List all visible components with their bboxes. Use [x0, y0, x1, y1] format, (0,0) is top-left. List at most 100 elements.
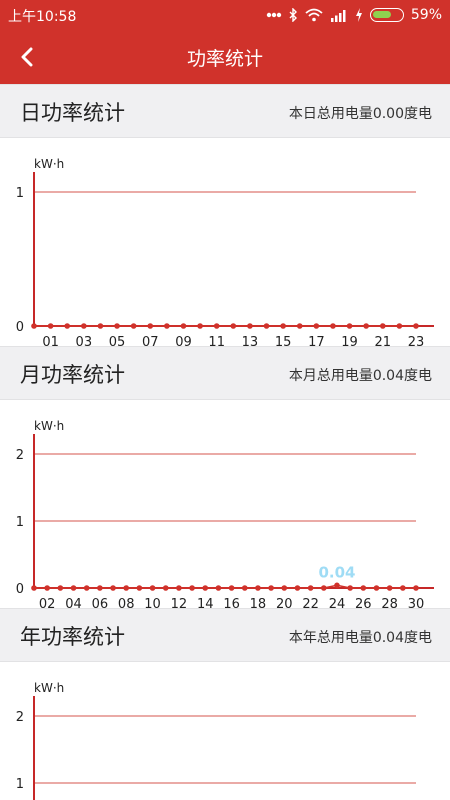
y-tick-label: 2: [16, 710, 24, 725]
data-point: [396, 323, 403, 329]
battery-icon: [369, 8, 404, 22]
data-point: [296, 323, 303, 329]
data-point: [230, 323, 237, 329]
x-tick-label: 26: [355, 597, 372, 608]
status-time: 上午10:58: [8, 9, 77, 25]
data-point: [136, 585, 143, 591]
y-tick-label: 1: [16, 186, 24, 201]
data-point: [123, 585, 130, 591]
year-power-chart: kW·h 1 2: [0, 662, 450, 800]
x-tick-label: 19: [341, 335, 358, 346]
data-point: [263, 323, 270, 329]
data-point: [83, 585, 90, 591]
day-section-header: 日功率统计 本日总用电量0.00度电: [0, 84, 450, 138]
x-tick-label: 06: [92, 597, 109, 608]
day-total-usage: 本日总用电量0.00度电: [288, 106, 432, 122]
y-tick-label: 1: [16, 515, 24, 530]
data-point: [110, 585, 116, 591]
x-tick-label: 09: [175, 335, 192, 346]
data-point: [149, 585, 156, 591]
x-tick-label: 13: [242, 335, 259, 346]
data-point: [346, 323, 353, 329]
month-power-chart: kW·h 0 1 2 02 04 06 08 10 12 14 16 18 20 22 24 26 28 30 0.0…: [0, 400, 450, 608]
data-point: [281, 585, 288, 591]
dots-icon: [266, 12, 282, 18]
data-point: [347, 585, 353, 591]
x-tick-label: 22: [302, 597, 319, 608]
y-tick-label: 0: [16, 582, 24, 597]
day-power-chart-svg: kW·h0101 03 05 07 09 11 13 15 17 19 21 23: [16, 157, 434, 346]
data-point: [228, 585, 235, 591]
y-tick-label: 1: [16, 777, 24, 792]
x-tick-label: 05: [109, 335, 126, 346]
month-total-usage: 本月总用电量0.04度电: [288, 368, 432, 384]
wifi-icon: [305, 8, 323, 22]
data-point: [241, 585, 248, 591]
battery-percent: 59%: [410, 7, 442, 23]
data-point: [247, 323, 253, 329]
data-point: [363, 323, 369, 329]
year-total-usage: 本年总用电量0.04度电: [288, 630, 432, 646]
x-tick-label: 02: [39, 597, 56, 608]
data-point: [180, 323, 187, 329]
month-power-chart-svg: kW·h01202 04 06 08 10 12 14 16 18 20 22 24 26 28 300.0…: [16, 419, 434, 608]
data-point: [413, 585, 419, 591]
data-point: [197, 323, 203, 329]
x-tick-label: 01: [42, 335, 59, 346]
data-point: [413, 323, 419, 329]
data-point: [97, 585, 103, 591]
year-section-title: 年功率统计: [20, 625, 125, 649]
x-tick-label: 12: [171, 597, 188, 608]
data-point: [280, 323, 286, 329]
x-tick-label: 17: [308, 335, 325, 346]
x-tick-label: 30: [408, 597, 425, 608]
x-tick-label: 21: [375, 335, 392, 346]
data-point: [313, 323, 320, 329]
x-tick-label: 16: [223, 597, 240, 608]
data-point: [64, 323, 71, 329]
x-tick-label: 18: [250, 597, 267, 608]
axis-unit-label: kW·h: [34, 681, 64, 695]
data-point: [320, 585, 327, 591]
x-tick-label: 23: [408, 335, 425, 346]
year-power-chart-svg: kW·h 1 2: [16, 681, 416, 800]
data-point: [373, 585, 380, 591]
charging-icon: [355, 8, 363, 22]
status-bar: 上午10:58 59%: [0, 0, 450, 30]
x-tick-label: 07: [142, 335, 159, 346]
data-point: [294, 585, 301, 591]
data-point: [81, 323, 87, 329]
data-point: [213, 323, 220, 329]
status-icons: 59%: [266, 4, 442, 26]
data-point: [255, 585, 261, 591]
data-point: [31, 585, 37, 591]
x-tick-label: 28: [381, 597, 398, 608]
data-point: [334, 582, 340, 589]
data-point: [31, 323, 37, 329]
month-section-title: 月功率统计: [20, 363, 125, 387]
data-point: [202, 585, 209, 591]
app-bar: 功率统计: [0, 30, 450, 84]
bluetooth-icon: [289, 8, 298, 22]
year-section-header: 年功率统计 本年总用电量0.04度电: [0, 608, 450, 662]
data-point: [307, 585, 314, 591]
data-point: [114, 323, 120, 329]
day-power-chart: kW·h 0 1 01 03 05 07 09 11 13 15 17 19 21 23: [0, 138, 450, 346]
data-point: [379, 323, 386, 329]
data-point: [47, 323, 54, 329]
data-point: [386, 585, 393, 591]
x-tick-label: 10: [144, 597, 161, 608]
y-tick-label: 2: [16, 448, 24, 463]
series-line: [34, 584, 416, 589]
data-point: [97, 323, 104, 329]
data-point: [400, 585, 406, 591]
data-point: [360, 585, 367, 591]
x-tick-label: 08: [118, 597, 135, 608]
x-tick-label: 11: [208, 335, 225, 346]
data-point: [44, 585, 50, 591]
month-section-header: 月功率统计 本月总用电量0.04度电: [0, 346, 450, 400]
signal-icon: [330, 8, 348, 22]
data-point: [268, 585, 274, 591]
data-point: [147, 323, 154, 329]
y-tick-label: 0: [16, 320, 24, 335]
